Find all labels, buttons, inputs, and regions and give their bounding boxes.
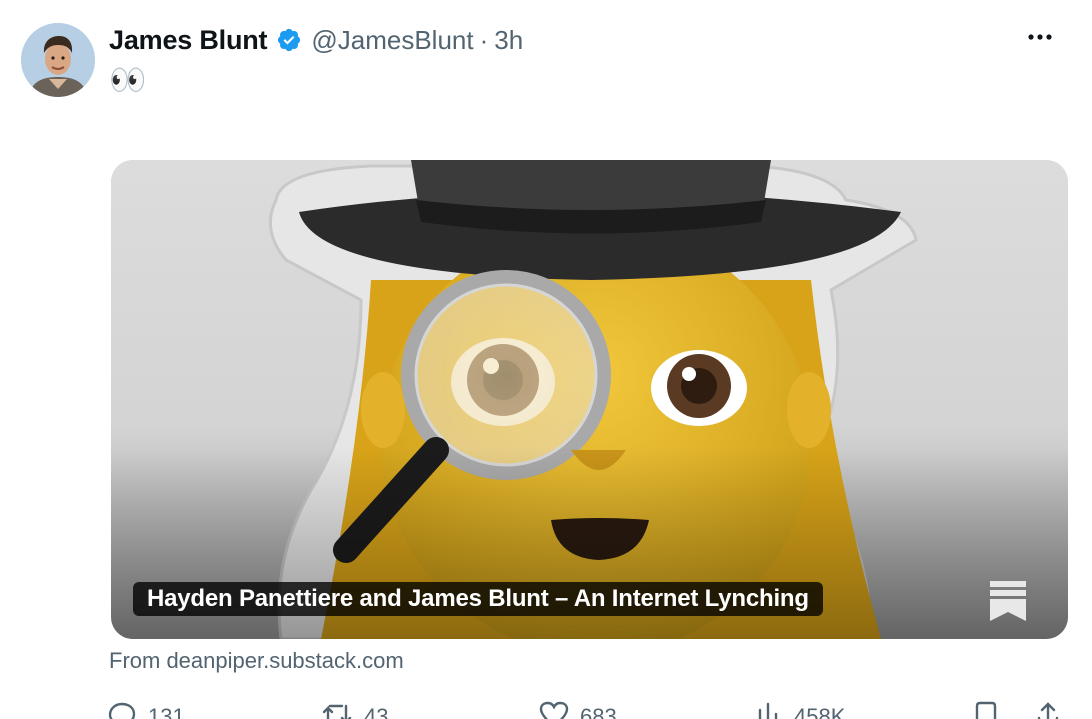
action-bar: 131 43 683 458K: [0, 700, 1092, 719]
card-title[interactable]: Hayden Panettiere and James Blunt – An I…: [133, 582, 823, 616]
verified-badge-icon: [278, 28, 301, 52]
card-source[interactable]: From deanpiper.substack.com: [109, 648, 404, 674]
tweet-header: James Blunt @JamesBlunt · 3h: [109, 22, 523, 58]
reply-count: 131: [148, 704, 185, 719]
share-button[interactable]: [1034, 700, 1062, 719]
repost-icon: [322, 704, 352, 719]
tweet-text: 👀: [109, 64, 147, 97]
repost-button[interactable]: 43: [320, 700, 388, 719]
bookmark-icon: [975, 701, 997, 719]
bookmark-button[interactable]: [972, 700, 1000, 719]
share-icon: [1037, 702, 1059, 719]
views-button[interactable]: 458K: [754, 700, 845, 719]
timestamp[interactable]: 3h: [494, 25, 523, 56]
link-card[interactable]: [111, 160, 1068, 639]
separator-dot: ·: [479, 24, 489, 55]
author-handle[interactable]: @JamesBlunt: [311, 25, 473, 56]
detective-emoji-image: [111, 160, 1068, 639]
like-count: 683: [580, 704, 617, 719]
views-icon: [758, 702, 778, 719]
heart-icon: [539, 701, 569, 719]
author-name[interactable]: James Blunt: [109, 25, 268, 56]
views-count: 458K: [794, 704, 846, 719]
article-icon: [990, 581, 1026, 621]
avatar[interactable]: [21, 23, 95, 97]
repost-count: 43: [364, 704, 389, 719]
more-options-icon[interactable]: [1022, 22, 1058, 52]
reply-button[interactable]: 131: [106, 700, 185, 719]
reply-icon: [108, 702, 136, 719]
like-button[interactable]: 683: [538, 700, 617, 719]
